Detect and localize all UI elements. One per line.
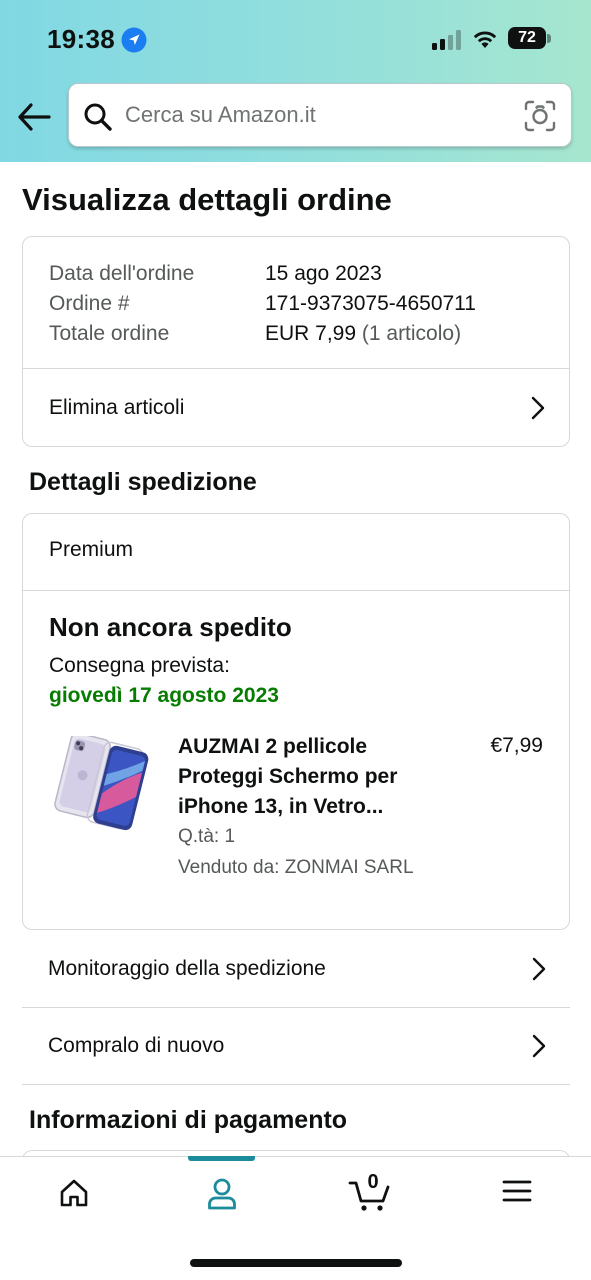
home-indicator [190,1259,402,1267]
divider [22,1084,570,1085]
home-icon [60,1179,88,1207]
search-icon [84,103,112,131]
order-number-value: 171-9373075-4650711 [265,292,476,315]
chevron-right-icon [532,1034,546,1058]
order-total-row: Totale ordine EUR 7,99 (1 articolo) [49,319,476,349]
payment-section-title: Informazioni di pagamento [29,1106,348,1134]
delivery-date: giovedì 17 agosto 2023 [49,684,279,707]
delivery-label: Consegna prevista: [49,654,230,677]
buy-again-link[interactable]: Compralo di nuovo [22,1008,570,1084]
order-number-label: Ordine # [49,292,130,315]
order-info: Data dell'ordine 15 ago 2023 Ordine # 17… [49,259,476,349]
status-time: 19:38 [47,24,115,54]
chevron-right-icon [532,957,546,980]
back-button[interactable] [16,100,52,134]
order-total-value: EUR 7,99 [265,322,357,345]
account-icon [208,1178,236,1210]
search-bar[interactable] [68,83,572,147]
remove-items-link[interactable]: Elimina articoli [23,369,569,446]
shipment-status: Non ancora spedito [49,612,292,642]
battery-level: 72 [518,29,536,46]
product-quantity: Q.tà: 1 [178,826,236,847]
order-date-label: Data dell'ordine [49,262,195,285]
remove-items-label: Elimina articoli [49,395,185,419]
app-header: 19:38 72 [0,0,591,162]
shipping-type: Premium [49,538,134,561]
track-shipment-label: Monitoraggio della spedizione [48,956,326,980]
tab-cart[interactable]: 0 [296,1157,444,1237]
cellular-signal-icon [432,30,461,50]
product-price: €7,99 [490,734,543,757]
divider [23,590,569,591]
chevron-right-icon [531,396,545,419]
tab-account[interactable] [148,1157,296,1237]
order-total-label: Totale ordine [49,322,170,345]
buy-again-label: Compralo di nuovo [48,1034,225,1057]
camera-scan-icon[interactable] [524,100,556,132]
wifi-icon [473,31,497,48]
shipment-section-title: Dettagli spedizione [29,468,257,496]
tab-home[interactable] [0,1157,148,1237]
product-seller: Venduto da: ZONMAI SARL [178,857,414,878]
order-item-count: (1 articolo) [356,322,462,345]
cart-icon [348,1181,390,1211]
product-title[interactable]: AUZMAI 2 pellicole Proteggi Schermo per … [178,732,448,822]
order-summary-card: Data dell'ordine 15 ago 2023 Ordine # 17… [22,236,570,447]
order-date-value: 15 ago 2023 [265,262,382,285]
location-arrow-icon [121,27,147,53]
battery-icon: 72 [508,27,552,51]
search-input[interactable] [125,94,505,136]
menu-icon [502,1180,532,1202]
order-number-row: Ordine # 171-9373075-4650711 [49,289,476,319]
order-date-row: Data dell'ordine 15 ago 2023 [49,259,476,289]
page-title: Visualizza dettagli ordine [22,182,392,217]
shipment-card: Premium Non ancora spedito Consegna prev… [22,513,570,930]
product-image[interactable] [51,736,151,832]
track-shipment-link[interactable]: Monitoraggio della spedizione [22,930,570,1007]
tab-menu[interactable] [443,1157,591,1237]
